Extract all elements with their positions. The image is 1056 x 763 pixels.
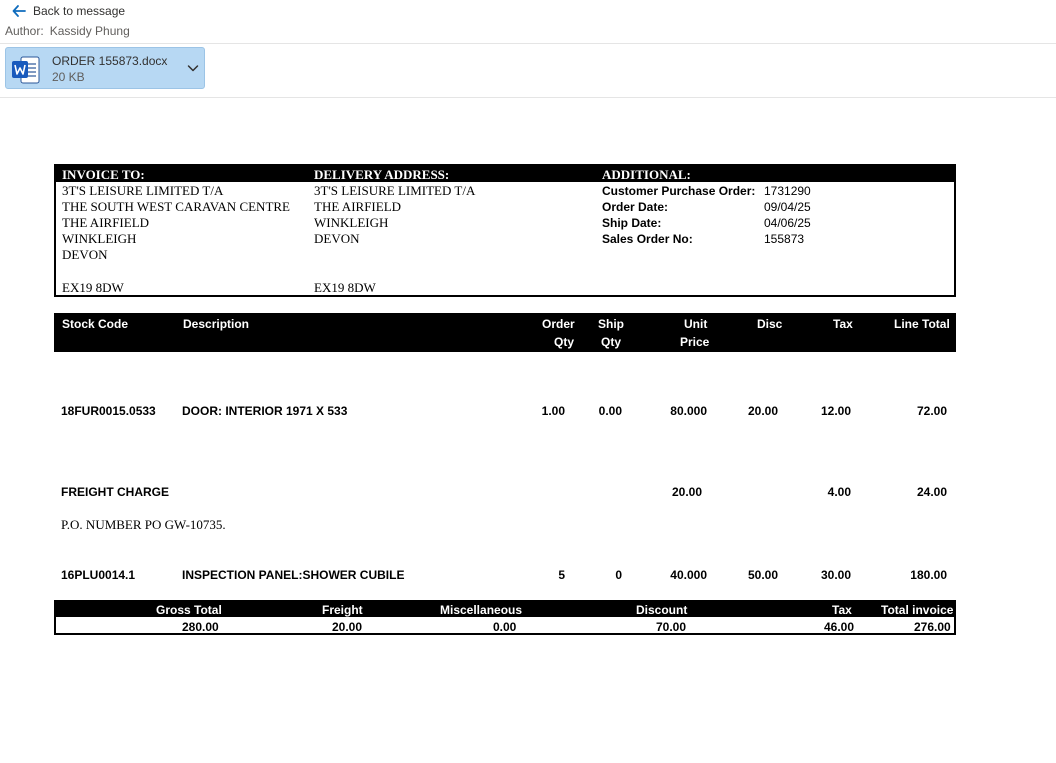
item-unit-price: 40.000 [670,568,707,582]
item-stock-code: 18FUR0015.0533 [61,404,156,418]
miscellaneous-value: 0.00 [493,620,517,634]
col-description: Description [183,317,250,331]
tax-value: 46.00 [824,620,855,634]
miscellaneous-label: Miscellaneous [440,603,523,617]
arrow-left-icon [12,5,26,17]
discount-value: 70.00 [656,620,687,634]
author-line: Author: Kassidy Phung [5,24,130,38]
invoice-to-line: DEVON [62,247,108,262]
attachment-card[interactable]: ORDER 155873.docx 20 KB [5,47,205,89]
item-line-total: 72.00 [916,404,947,418]
item-disc: 20.00 [747,404,778,418]
delivery-line: WINKLEIGH [314,215,389,230]
gross-total-value: 280.00 [182,620,219,634]
tax-label: Tax [832,603,852,617]
back-to-message-label: Back to message [33,4,126,18]
item-tax: 4.00 [827,485,851,499]
totals-box: Gross Total Freight Miscellaneous Discou… [54,600,956,635]
delivery-address-heading: DELIVERY ADDRESS: [314,167,450,182]
invoice-to-line: THE AIRFIELD [62,215,150,230]
invoice-to-heading: INVOICE TO: [62,167,145,182]
delivery-postcode: EX19 8DW [314,280,376,295]
item-unit-price: 80.000 [670,404,707,418]
item-tax: 12.00 [820,404,851,418]
item-ship-qty: 0 [615,568,622,582]
customer-po-value: 1731290 [764,184,811,198]
col-disc: Disc [757,317,783,331]
gross-total-label: Gross Total [156,603,222,617]
sales-order-label: Sales Order No: [602,232,693,246]
item-stock-code: 16PLU0014.1 [61,568,136,582]
col-order-qty-2: Qty [554,335,575,349]
invoice-to-line: THE SOUTH WEST CARAVAN CENTRE [62,199,291,214]
item-description: INSPECTION PANEL:SHOWER CUBILE [182,568,405,582]
total-invoice-label: Total invoice [881,603,954,617]
ship-date-label: Ship Date: [602,216,662,230]
col-ship-qty-2: Qty [601,335,622,349]
item-order-qty: 5 [558,568,565,582]
customer-po-label: Customer Purchase Order: [602,184,756,198]
order-date-label: Order Date: [602,200,669,214]
sales-order-value: 155873 [764,232,805,246]
item-stock-code: FREIGHT CHARGE [61,485,169,499]
chevron-down-icon[interactable] [187,63,199,73]
attachment-file-size: 20 KB [52,70,85,84]
invoice-to-line: 3T'S LEISURE LIMITED T/A [62,183,224,198]
invoice-to-line: WINKLEIGH [62,231,137,246]
freight-value: 20.00 [332,620,363,634]
delivery-line: DEVON [314,231,360,246]
col-unit-price-2: Price [680,335,710,349]
address-header-bar: INVOICE TO: DELIVERY ADDRESS: ADDITIONAL… [56,166,954,182]
back-to-message-link[interactable]: Back to message [12,3,125,19]
address-box: INVOICE TO: DELIVERY ADDRESS: ADDITIONAL… [54,164,956,297]
item-unit-price: 20.00 [671,485,702,499]
header-divider [0,43,1056,44]
order-date-value: 09/04/25 [764,200,811,214]
ship-date-value: 04/06/25 [764,216,811,230]
word-icon [12,56,40,84]
item-disc: 50.00 [747,568,778,582]
author-label: Author: [5,24,44,38]
col-ship-qty: Ship [598,317,624,331]
totals-header-bar: Gross Total Freight Miscellaneous Discou… [56,602,954,617]
delivery-line: 3T'S LEISURE LIMITED T/A [314,183,476,198]
item-order-qty: 1.00 [541,404,565,418]
item-description: DOOR: INTERIOR 1971 X 533 [182,404,348,418]
col-stock-code: Stock Code [62,317,129,331]
item-line-total: 24.00 [916,485,947,499]
delivery-line: THE AIRFIELD [314,199,402,214]
items-header-bar: Stock Code Description Order Qty Ship Qt… [54,313,956,352]
po-number-note: P.O. NUMBER PO GW-10735. [61,517,226,532]
item-tax: 30.00 [820,568,851,582]
attachment-file-name: ORDER 155873.docx [52,54,168,68]
additional-heading: ADDITIONAL: [602,167,691,182]
item-line-total: 180.00 [910,568,947,582]
invoice-to-postcode: EX19 8DW [62,280,124,295]
col-unit-price: Unit [684,317,708,331]
total-invoice-value: 276.00 [914,620,951,634]
col-tax: Tax [833,317,853,331]
col-order-qty: Order [542,317,575,331]
discount-label: Discount [636,603,688,617]
author-name: Kassidy Phung [49,24,130,38]
attachment-divider [0,97,1056,98]
item-ship-qty: 0.00 [598,404,622,418]
freight-label: Freight [322,603,363,617]
col-line-total: Line Total [894,317,950,331]
